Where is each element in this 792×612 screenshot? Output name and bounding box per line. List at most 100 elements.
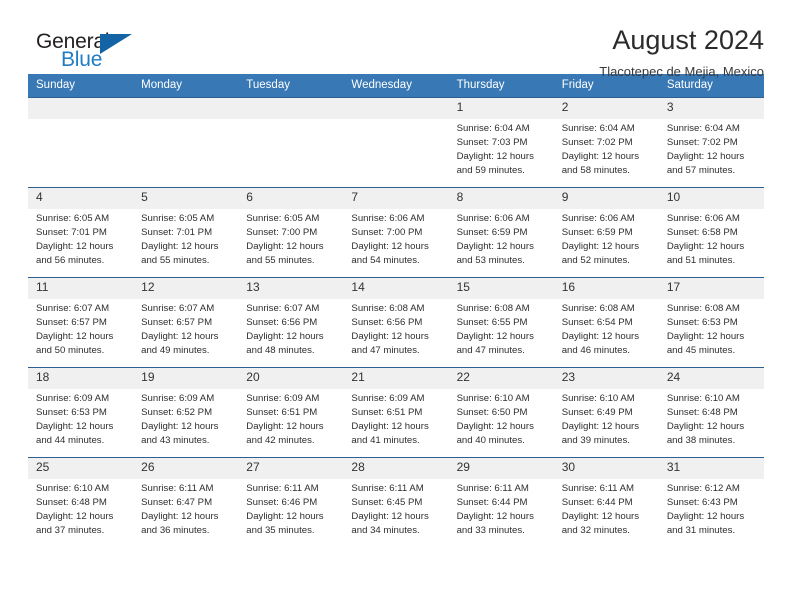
daylight-text-line2: and 58 minutes.: [561, 165, 630, 177]
daylight-text-line2: and 46 minutes.: [561, 345, 630, 357]
calendar-day-cell[interactable]: 13 Sunrise: 6:07 AM Sunset: 6:56 PM Dayligh…: [238, 277, 344, 368]
page-title: August 2024: [612, 25, 764, 55]
day-number: 29: [448, 458, 554, 479]
calendar-page: General Blue August 2024 Tlacotepec de M…: [0, 0, 792, 612]
calendar-day-cell[interactable]: 30 Sunrise: 6:11 AM Sunset: 6:44 PM Dayligh…: [553, 457, 659, 547]
calendar-day-cell[interactable]: 11 Sunrise: 6:07 AM Sunset: 6:57 PM Dayligh…: [28, 277, 134, 368]
day-number: 26: [133, 458, 239, 479]
daylight-text-line1: Daylight: 12 hours: [561, 241, 640, 253]
sunset-text: Sunset: 6:50 PM: [456, 407, 528, 419]
sunset-text: Sunset: 6:59 PM: [456, 227, 528, 239]
calendar-day-cell[interactable]: 24 Sunrise: 6:10 AM Sunset: 6:48 PM Dayligh…: [658, 367, 764, 458]
sun-info: Sunrise: 6:05 AM Sunset: 7:00 PM Daylight:…: [238, 209, 343, 268]
calendar-day-cell[interactable]: 27 Sunrise: 6:11 AM Sunset: 6:46 PM Dayligh…: [238, 457, 344, 547]
sun-info: Sunrise: 6:06 AM Sunset: 6:59 PM Daylight:…: [449, 209, 554, 268]
sun-info: Sunrise: 6:09 AM Sunset: 6:51 PM Daylight:…: [343, 389, 448, 448]
calendar-day-cell[interactable]: 6 Sunrise: 6:05 AM Sunset: 7:00 PM Daylight…: [238, 187, 344, 278]
calendar-cell-empty: [28, 97, 134, 188]
calendar-day-cell[interactable]: 4 Sunrise: 6:05 AM Sunset: 7:01 PM Daylight…: [28, 187, 134, 278]
calendar-day-cell[interactable]: 19 Sunrise: 6:09 AM Sunset: 6:52 PM Dayligh…: [133, 367, 239, 458]
sun-info: Sunrise: 6:08 AM Sunset: 6:55 PM Daylight:…: [449, 299, 554, 358]
sunset-text: Sunset: 7:00 PM: [351, 227, 423, 239]
sunset-text: Sunset: 6:44 PM: [456, 497, 528, 509]
calendar-day-cell[interactable]: 7 Sunrise: 6:06 AM Sunset: 7:00 PM Daylight…: [343, 187, 449, 278]
calendar-day-cell[interactable]: 14 Sunrise: 6:08 AM Sunset: 6:56 PM Dayligh…: [343, 277, 449, 368]
daylight-text-line1: Daylight: 12 hours: [141, 331, 219, 343]
daylight-text-line1: Daylight: 12 hours: [141, 241, 219, 253]
calendar-cell-empty: [133, 97, 239, 188]
calendar-day-cell[interactable]: 21 Sunrise: 6:09 AM Sunset: 6:51 PM Dayligh…: [343, 367, 449, 458]
daylight-text-line1: Daylight: 12 hours: [36, 421, 114, 433]
calendar-day-cell[interactable]: 29 Sunrise: 6:11 AM Sunset: 6:44 PM Dayligh…: [448, 457, 554, 547]
sunset-text: Sunset: 6:51 PM: [351, 407, 423, 419]
sunrise-text: Sunrise: 6:06 AM: [351, 213, 425, 224]
sun-info: Sunrise: 6:11 AM Sunset: 6:45 PM Daylight:…: [343, 479, 448, 538]
calendar-day-cell[interactable]: 10 Sunrise: 6:06 AM Sunset: 6:58 PM Dayligh…: [658, 187, 764, 278]
daylight-text-line1: Daylight: 12 hours: [561, 421, 640, 433]
calendar-day-cell[interactable]: 16 Sunrise: 6:08 AM Sunset: 6:54 PM Dayligh…: [553, 277, 659, 368]
calendar-day-cell[interactable]: 17 Sunrise: 6:08 AM Sunset: 6:53 PM Dayligh…: [658, 277, 764, 368]
daylight-text-line1: Daylight: 12 hours: [456, 511, 534, 523]
daylight-text-line2: and 35 minutes.: [246, 525, 315, 537]
daylight-text-line1: Daylight: 12 hours: [666, 421, 745, 433]
sunset-text: Sunset: 6:47 PM: [141, 497, 213, 509]
sunrise-text: Sunrise: 6:08 AM: [456, 303, 530, 314]
calendar-week-row: 4 Sunrise: 6:05 AM Sunset: 7:01 PM Daylight…: [28, 187, 764, 278]
sun-info: Sunrise: 6:04 AM Sunset: 7:02 PM Daylight:…: [659, 119, 764, 178]
sunset-text: Sunset: 6:57 PM: [36, 317, 107, 329]
calendar-day-cell[interactable]: 28 Sunrise: 6:11 AM Sunset: 6:45 PM Dayligh…: [343, 457, 449, 547]
daylight-text-line2: and 43 minutes.: [141, 435, 210, 447]
daylight-text-line2: and 49 minutes.: [141, 345, 210, 357]
calendar-day-cell[interactable]: 23 Sunrise: 6:10 AM Sunset: 6:49 PM Dayligh…: [553, 367, 659, 458]
daylight-text-line1: Daylight: 12 hours: [666, 151, 745, 163]
daylight-text-line2: and 59 minutes.: [456, 165, 525, 177]
day-number: 3: [658, 98, 764, 119]
sun-info: Sunrise: 6:11 AM Sunset: 6:47 PM Daylight:…: [133, 479, 238, 538]
sunrise-text: Sunrise: 6:06 AM: [561, 213, 635, 224]
sunrise-text: Sunrise: 6:05 AM: [36, 213, 110, 224]
calendar-day-cell[interactable]: 12 Sunrise: 6:07 AM Sunset: 6:57 PM Dayligh…: [133, 277, 239, 368]
daylight-text-line1: Daylight: 12 hours: [351, 421, 429, 433]
day-number: 5: [133, 188, 239, 209]
sun-info: Sunrise: 6:10 AM Sunset: 6:50 PM Daylight:…: [449, 389, 554, 448]
daylight-text-line2: and 31 minutes.: [666, 525, 736, 537]
daylight-text-line2: and 53 minutes.: [456, 255, 525, 267]
sunrise-text: Sunrise: 6:06 AM: [456, 213, 530, 224]
calendar-day-cell[interactable]: 22 Sunrise: 6:10 AM Sunset: 6:50 PM Dayligh…: [448, 367, 554, 458]
calendar-day-cell[interactable]: 25 Sunrise: 6:10 AM Sunset: 6:48 PM Dayligh…: [28, 457, 134, 547]
calendar-day-cell[interactable]: 1 Sunrise: 6:04 AM Sunset: 7:03 PM Daylight…: [448, 97, 554, 188]
calendar-day-cell[interactable]: 9 Sunrise: 6:06 AM Sunset: 6:59 PM Daylight…: [553, 187, 659, 278]
calendar-day-cell[interactable]: 18 Sunrise: 6:09 AM Sunset: 6:53 PM Dayligh…: [28, 367, 134, 458]
calendar-day-cell[interactable]: 2 Sunrise: 6:04 AM Sunset: 7:02 PM Daylight…: [553, 97, 659, 188]
calendar-day-cell[interactable]: 31 Sunrise: 6:12 AM Sunset: 6:43 PM Dayligh…: [658, 457, 764, 547]
day-number: 20: [238, 368, 344, 389]
daylight-text-line1: Daylight: 12 hours: [141, 421, 219, 433]
calendar-day-cell[interactable]: 8 Sunrise: 6:06 AM Sunset: 6:59 PM Daylight…: [448, 187, 554, 278]
day-number: 7: [343, 188, 449, 209]
calendar-day-cell[interactable]: 5 Sunrise: 6:05 AM Sunset: 7:01 PM Daylight…: [133, 187, 239, 278]
sunset-text: Sunset: 7:02 PM: [666, 137, 738, 149]
day-number: 4: [28, 188, 134, 209]
weekday-header-wednesday: Wednesday: [343, 74, 449, 98]
calendar-day-cell[interactable]: 26 Sunrise: 6:11 AM Sunset: 6:47 PM Dayligh…: [133, 457, 239, 547]
day-number: 2: [553, 98, 659, 119]
sunset-text: Sunset: 7:01 PM: [36, 227, 107, 239]
calendar-day-cell[interactable]: 20 Sunrise: 6:09 AM Sunset: 6:51 PM Dayligh…: [238, 367, 344, 458]
daylight-text-line1: Daylight: 12 hours: [561, 151, 640, 163]
daylight-text-line2: and 44 minutes.: [36, 435, 105, 447]
calendar-body: 1 Sunrise: 6:04 AM Sunset: 7:03 PM Daylight…: [28, 97, 764, 547]
day-number: 22: [448, 368, 554, 389]
sunrise-text: Sunrise: 6:09 AM: [246, 393, 320, 404]
sunset-text: Sunset: 7:02 PM: [561, 137, 633, 149]
sunset-text: Sunset: 7:01 PM: [141, 227, 213, 239]
sun-info: Sunrise: 6:04 AM Sunset: 7:03 PM Daylight:…: [449, 119, 554, 178]
calendar-day-cell[interactable]: 3 Sunrise: 6:04 AM Sunset: 7:02 PM Daylight…: [658, 97, 764, 188]
brand-logo[interactable]: General Blue: [28, 26, 146, 74]
sun-info: Sunrise: 6:11 AM Sunset: 6:44 PM Daylight:…: [554, 479, 659, 538]
day-number: 11: [28, 278, 134, 299]
calendar-day-cell[interactable]: 15 Sunrise: 6:08 AM Sunset: 6:55 PM Dayligh…: [448, 277, 554, 368]
sunset-text: Sunset: 6:45 PM: [351, 497, 423, 509]
daylight-text-line2: and 55 minutes.: [141, 255, 210, 267]
daylight-text-line1: Daylight: 12 hours: [246, 331, 324, 343]
daylight-text-line1: Daylight: 12 hours: [246, 511, 324, 523]
